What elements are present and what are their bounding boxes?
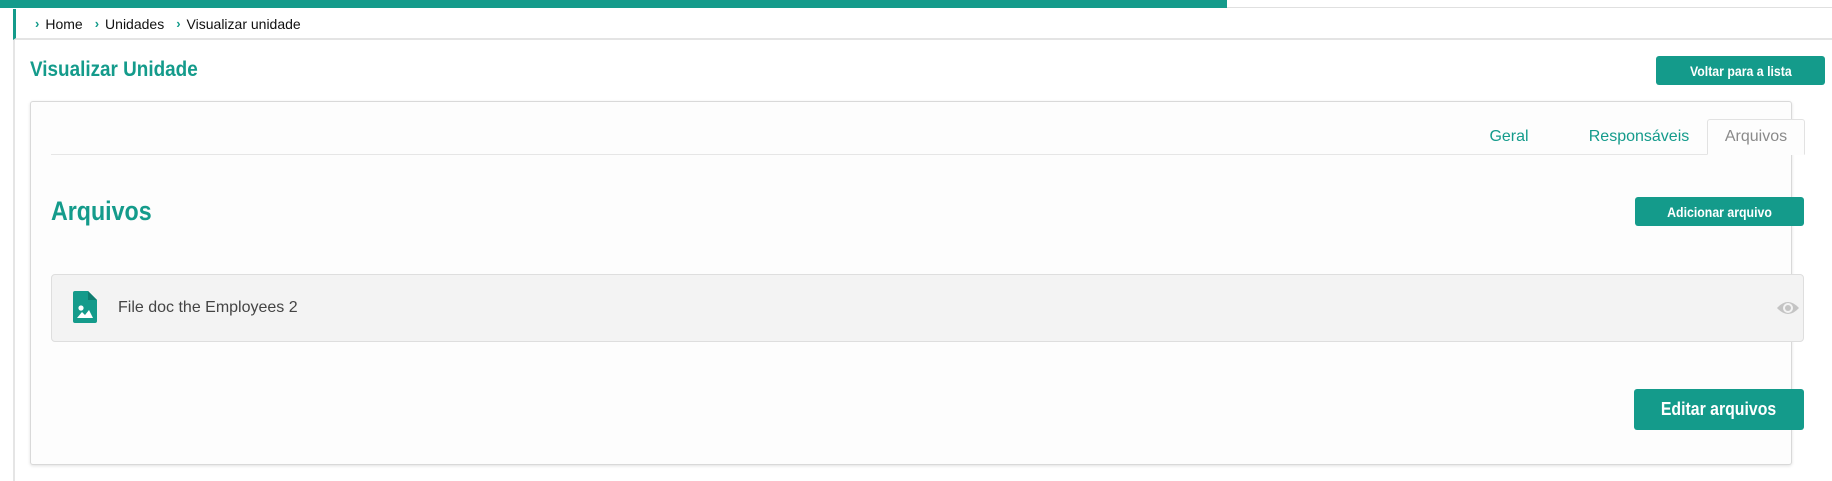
page-progress-fill bbox=[0, 0, 1228, 8]
breadcrumb-label: Home bbox=[45, 15, 83, 32]
tab-arquivos[interactable]: Arquivos bbox=[1707, 119, 1805, 155]
left-rail bbox=[13, 40, 15, 481]
page-title: Visualizar Unidade bbox=[30, 58, 198, 81]
back-to-list-label: Voltar para a lista bbox=[1689, 62, 1792, 79]
add-file-label: Adicionar arquivo bbox=[1667, 203, 1772, 220]
breadcrumb: › Home › Unidades › Visualizar unidade bbox=[13, 9, 1832, 40]
chevron-right-icon: › bbox=[94, 16, 100, 31]
breadcrumb-item-home[interactable]: › Home bbox=[35, 16, 83, 32]
breadcrumb-label: Visualizar unidade bbox=[186, 15, 301, 32]
file-image-icon bbox=[73, 291, 97, 323]
edit-files-button[interactable]: Editar arquivos bbox=[1634, 389, 1804, 430]
back-to-list-button[interactable]: Voltar para a lista bbox=[1656, 56, 1825, 85]
breadcrumb-item-current: › Visualizar unidade bbox=[176, 16, 301, 32]
files-section-title: Arquivos bbox=[51, 196, 152, 226]
add-file-button[interactable]: Adicionar arquivo bbox=[1635, 197, 1804, 226]
edit-files-label: Editar arquivos bbox=[1661, 399, 1777, 419]
chevron-right-icon: › bbox=[35, 16, 40, 31]
tab-responsaveis[interactable]: Responsáveis bbox=[1569, 119, 1709, 155]
page-progress-bar bbox=[0, 0, 1832, 8]
unit-detail-panel: Geral Responsáveis Arquivos Arquivos Adi… bbox=[30, 101, 1805, 465]
chevron-right-icon: › bbox=[176, 16, 181, 31]
breadcrumb-item-unidades[interactable]: › Unidades bbox=[95, 16, 165, 32]
breadcrumb-label: Unidades bbox=[105, 15, 165, 32]
list-item: File doc the Employees 2 bbox=[51, 274, 1804, 342]
tab-geral[interactable]: Geral bbox=[1476, 119, 1542, 155]
file-name: File doc the Employees 2 bbox=[118, 299, 298, 316]
eye-icon[interactable] bbox=[1776, 297, 1800, 319]
